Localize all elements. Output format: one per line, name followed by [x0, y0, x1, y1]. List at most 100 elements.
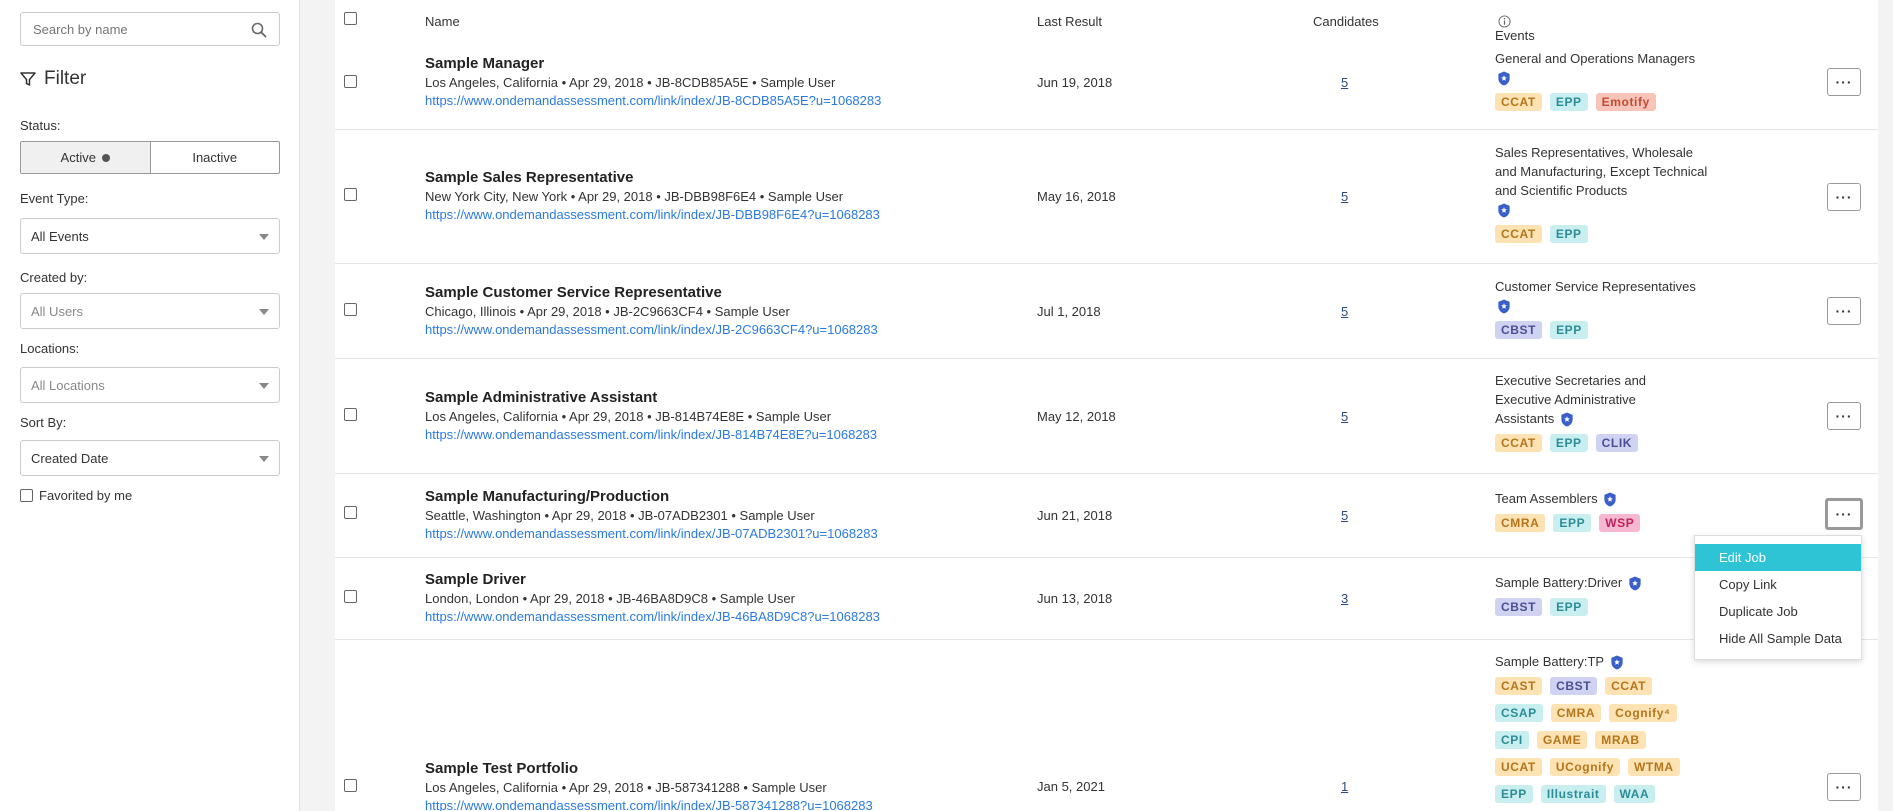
- job-link[interactable]: https://www.ondemandassessment.com/link/…: [425, 322, 878, 337]
- job-name[interactable]: Sample Test Portfolio: [425, 760, 873, 777]
- job-link[interactable]: https://www.ondemandassessment.com/link/…: [425, 609, 880, 624]
- row-checkbox[interactable]: [344, 188, 357, 201]
- job-options-menu: Edit Job Copy Link Duplicate Job Hide Al…: [1694, 535, 1862, 660]
- job-link[interactable]: https://www.ondemandassessment.com/link/…: [425, 207, 880, 222]
- tag: EPP: [1550, 321, 1588, 339]
- candidates-link[interactable]: 5: [1341, 508, 1348, 523]
- job-link[interactable]: https://www.ondemandassessment.com/link/…: [425, 93, 881, 108]
- table-row: Sample Administrative Assistant Los Ange…: [335, 359, 1878, 474]
- row-checkbox[interactable]: [344, 303, 357, 316]
- more-options-button[interactable]: ···: [1827, 68, 1861, 96]
- job-name[interactable]: Sample Customer Service Representative: [425, 284, 878, 301]
- events-cell: Executive Secretaries and Executive Admi…: [1495, 371, 1665, 452]
- status-active-label: Active: [60, 150, 96, 165]
- tag: CAST: [1495, 677, 1543, 695]
- job-link[interactable]: https://www.ondemandassessment.com/link/…: [425, 798, 873, 811]
- event-type-value: All Events: [31, 228, 89, 244]
- shield-icon: [1604, 492, 1616, 507]
- more-options-button[interactable]: ···: [1827, 773, 1861, 801]
- job-link[interactable]: https://www.ondemandassessment.com/link/…: [425, 526, 878, 541]
- row-checkbox[interactable]: [344, 75, 357, 88]
- header-events-label[interactable]: Events: [1495, 28, 1535, 43]
- job-name[interactable]: Sample Sales Representative: [425, 169, 880, 186]
- job-name[interactable]: Sample Administrative Assistant: [425, 389, 877, 406]
- menu-item-edit-job[interactable]: Edit Job: [1695, 544, 1861, 571]
- last-result: Jul 1, 2018: [1037, 304, 1101, 319]
- event-title: General and Operations Managers: [1495, 51, 1696, 66]
- menu-item-duplicate-job[interactable]: Duplicate Job: [1695, 598, 1861, 625]
- header-name[interactable]: Name: [425, 14, 460, 29]
- more-options-button[interactable]: ···: [1827, 297, 1861, 325]
- select-all-checkbox[interactable]: [344, 12, 357, 25]
- row-checkbox[interactable]: [344, 779, 357, 792]
- candidates-link[interactable]: 3: [1341, 591, 1348, 606]
- job-link[interactable]: https://www.ondemandassessment.com/link/…: [425, 427, 877, 442]
- event-tags: CCAT EPP Emotify: [1495, 93, 1710, 111]
- event-tags: CBST EPP: [1495, 321, 1710, 339]
- table-row: Sample Sales Representative New York Cit…: [335, 130, 1878, 264]
- status-inactive-label: Inactive: [192, 150, 238, 165]
- candidates-link[interactable]: 5: [1341, 75, 1348, 90]
- tag: CBST: [1495, 321, 1543, 339]
- favorited-checkbox[interactable]: [20, 489, 33, 502]
- filter-title: Filter: [20, 68, 86, 90]
- job-name[interactable]: Sample Manager: [425, 55, 881, 72]
- search-input[interactable]: [21, 13, 241, 45]
- job-info: Sample Test Portfolio Los Angeles, Calif…: [425, 760, 873, 811]
- tag: MRAB: [1595, 731, 1646, 749]
- event-tags: CCAT EPP: [1495, 225, 1710, 243]
- job-name[interactable]: Sample Manufacturing/Production: [425, 488, 878, 505]
- tag: WTMA: [1627, 758, 1680, 776]
- menu-item-hide-sample-data[interactable]: Hide All Sample Data: [1695, 625, 1861, 652]
- header-candidates[interactable]: Candidates: [1313, 14, 1379, 29]
- event-title: Team Assemblers: [1495, 491, 1598, 506]
- info-icon[interactable]: [1498, 15, 1511, 28]
- job-meta: Chicago, Illinois • Apr 29, 2018 • JB-2C…: [425, 304, 790, 319]
- row-checkbox[interactable]: [344, 590, 357, 603]
- candidates-link[interactable]: 1: [1341, 779, 1348, 794]
- created-by-select[interactable]: All Users: [20, 293, 280, 329]
- job-name[interactable]: Sample Driver: [425, 571, 880, 588]
- row-checkbox[interactable]: [344, 408, 357, 421]
- locations-value: All Locations: [31, 377, 105, 393]
- job-info: Sample Administrative Assistant Los Ange…: [425, 389, 877, 442]
- tag: WSP: [1599, 514, 1641, 532]
- event-title: Customer Service Representatives: [1495, 279, 1696, 294]
- tag: CCAT: [1495, 434, 1542, 452]
- header-last-result[interactable]: Last Result: [1037, 14, 1102, 29]
- candidates-link[interactable]: 5: [1341, 409, 1348, 424]
- funnel-icon: [20, 72, 36, 86]
- tag: CSAP: [1495, 704, 1543, 722]
- tag: Illustrait: [1540, 785, 1606, 803]
- status-inactive-button[interactable]: Inactive: [151, 142, 280, 173]
- sort-by-select[interactable]: Created Date: [20, 440, 280, 476]
- favorited-label: Favorited by me: [39, 488, 133, 503]
- menu-item-copy-link[interactable]: Copy Link: [1695, 571, 1861, 598]
- search-icon[interactable]: [251, 22, 267, 38]
- candidates-link[interactable]: 5: [1341, 189, 1348, 204]
- event-title: Sales Representatives, Wholesale and Man…: [1495, 145, 1708, 198]
- event-type-select[interactable]: All Events: [20, 218, 280, 254]
- header-events: Events: [1495, 14, 1535, 43]
- jobs-table: Name Last Result Candidates Events Sampl…: [335, 0, 1878, 811]
- events-cell: Sample Battery:Driver CBST EPP: [1495, 573, 1710, 616]
- last-result: Jan 5, 2021: [1037, 779, 1105, 794]
- more-options-button[interactable]: ···: [1827, 183, 1861, 211]
- row-checkbox[interactable]: [344, 506, 357, 519]
- event-tags: CAST CBST CCAT CSAP CMRA Cognify⁴ CPI GA…: [1495, 677, 1695, 803]
- status-toggle: Active Inactive: [20, 141, 280, 174]
- locations-select[interactable]: All Locations: [20, 367, 280, 403]
- shield-icon: [1498, 299, 1510, 314]
- job-info: Sample Customer Service Representative C…: [425, 284, 878, 337]
- status-active-button[interactable]: Active: [21, 142, 151, 173]
- events-cell: Sample Battery:TP CAST CBST CCAT CSAP CM…: [1495, 652, 1695, 803]
- job-meta: Los Angeles, California • Apr 29, 2018 •…: [425, 75, 836, 90]
- job-info: Sample Manufacturing/Production Seattle,…: [425, 488, 878, 541]
- shield-icon: [1498, 71, 1510, 86]
- caret-down-icon: [259, 383, 269, 389]
- tag: Cognify⁴: [1609, 704, 1677, 722]
- more-options-button[interactable]: ···: [1827, 402, 1861, 430]
- more-options-button[interactable]: ···: [1825, 498, 1863, 530]
- shield-icon: [1498, 203, 1510, 218]
- candidates-link[interactable]: 5: [1341, 304, 1348, 319]
